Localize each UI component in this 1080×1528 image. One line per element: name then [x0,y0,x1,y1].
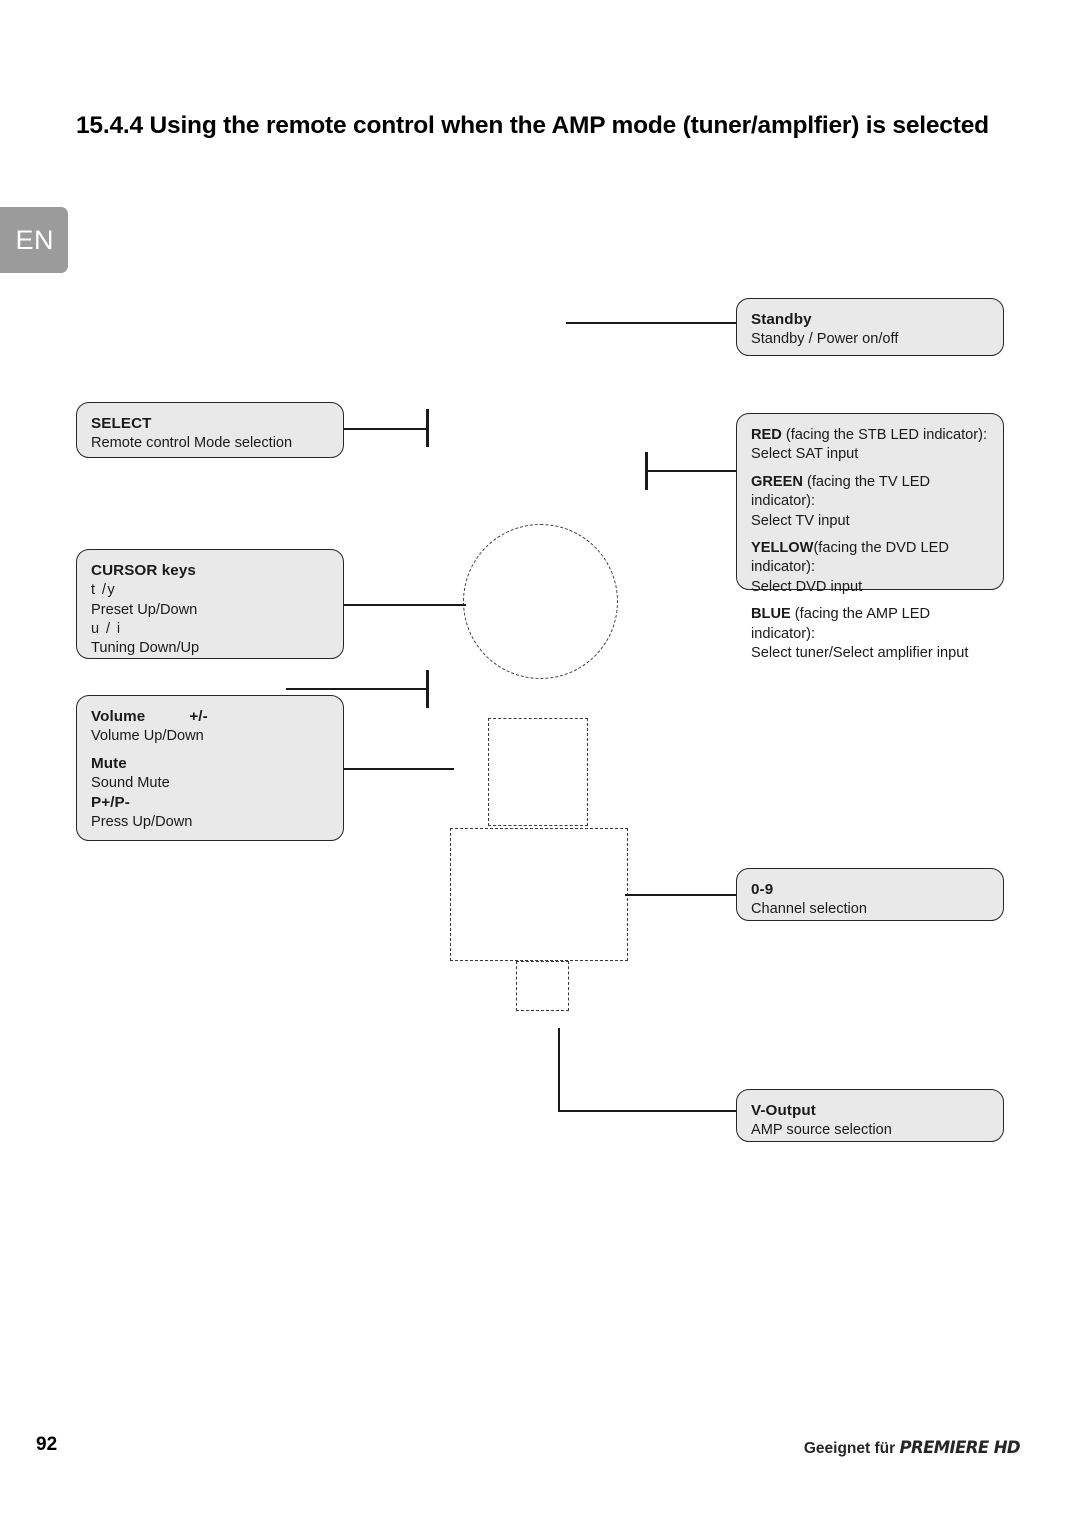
callout-select-description: Remote control Mode selection [91,435,293,452]
callout-cursor-symbols-vertical: t /y [91,582,117,599]
callout-select: SELECT Remote control Mode selection [76,402,344,458]
leader-line-cursor [344,604,466,607]
callout-volume-heading: Volume [91,708,146,725]
callout-program-description: Press Up/Down [91,814,193,831]
color-key-line-blue: BLUE (facing the AMP LED indicator): [751,605,989,644]
color-key-red-context: (facing the STB LED indicator): [785,427,988,443]
callout-select-heading: SELECT [91,415,152,432]
remote-cursor-pad-placeholder [463,524,618,679]
leader-line-select [344,428,428,431]
leader-line-colorkeys [645,470,738,473]
remote-base-placeholder [516,961,569,1011]
callout-volume-heading-suffix: +/- [189,708,208,725]
color-key-yellow-action: Select DVD input [751,578,863,595]
callout-volume: Volume +/- Volume Up/Down Mute Sound Mute… [76,695,344,841]
callout-standby: Standby Standby / Power on/off [736,298,1004,356]
callout-volume-heading-row: Volume +/- [91,707,329,727]
language-tab-en: EN [0,207,68,273]
color-key-blue-label: BLUE [751,606,791,623]
callout-cursor-symbols-horizontal: u / i [91,621,122,638]
leader-line-volume [286,688,428,691]
callout-v-output-heading: V-Output [751,1102,816,1119]
callout-cursor-description-vertical: Preset Up/Down [91,601,198,618]
leader-cap-select [426,409,430,447]
color-key-green-label: GREEN [751,473,803,490]
remote-upper-body-placeholder [488,718,588,826]
footer-note-prefix: Geeignet für [803,1440,900,1457]
leader-cap-colorkeys [645,452,649,490]
leader-line-voutput-horizontal [558,1110,738,1113]
callout-v-output-description: AMP source selection [751,1122,892,1139]
callout-standby-description: Standby / Power on/off [751,331,899,348]
remote-keypad-placeholder [450,828,628,961]
leader-line-voutput-vertical [558,1028,561,1112]
callout-program-heading: P+/P- [91,794,130,812]
color-key-blue-action: Select tuner/Select amplifier input [751,645,969,662]
callout-volume-description: Volume Up/Down [91,728,204,745]
callout-numeric-keys: 0-9 Channel selection [736,868,1004,921]
callout-cursor-heading: CURSOR keys [91,562,196,579]
premiere-hd-logo: PREMIERE HD [899,1438,1020,1457]
color-key-line-red: RED (facing the STB LED indicator): [751,426,989,445]
leader-line-standby [566,322,738,325]
page-title: 15.4.4 Using the remote control when the… [76,112,989,139]
callout-cursor-keys: CURSOR keys t /y Preset Up/Down u / i Tu… [76,549,344,659]
callout-mute-description: Sound Mute [91,774,170,791]
color-key-red-action: Select SAT input [751,446,859,463]
color-key-red-label: RED [751,427,782,443]
callout-v-output: V-Output AMP source selection [736,1089,1004,1142]
leader-cap-volume [426,670,430,708]
callout-cursor-description-horizontal: Tuning Down/Up [91,640,200,657]
color-key-yellow-label: YELLOW [751,540,814,557]
leader-line-mute [344,768,454,771]
color-key-line-yellow: YELLOW(facing the DVD LED indicator): [751,539,989,578]
callout-standby-heading: Standby [751,311,812,328]
callout-numeric-heading: 0-9 [751,881,774,898]
footer-note: Geeignet für PREMIERE HD [803,1438,1021,1458]
callout-numeric-description: Channel selection [751,901,868,918]
color-key-green-action: Select TV input [751,512,850,529]
color-key-line-green: GREEN (facing the TV LED indicator): [751,473,989,512]
page-number: 92 [36,1434,58,1455]
callout-color-keys: RED (facing the STB LED indicator): Sele… [736,413,1004,661]
callout-mute-heading: Mute [91,754,127,772]
leader-line-numeric [625,894,738,897]
